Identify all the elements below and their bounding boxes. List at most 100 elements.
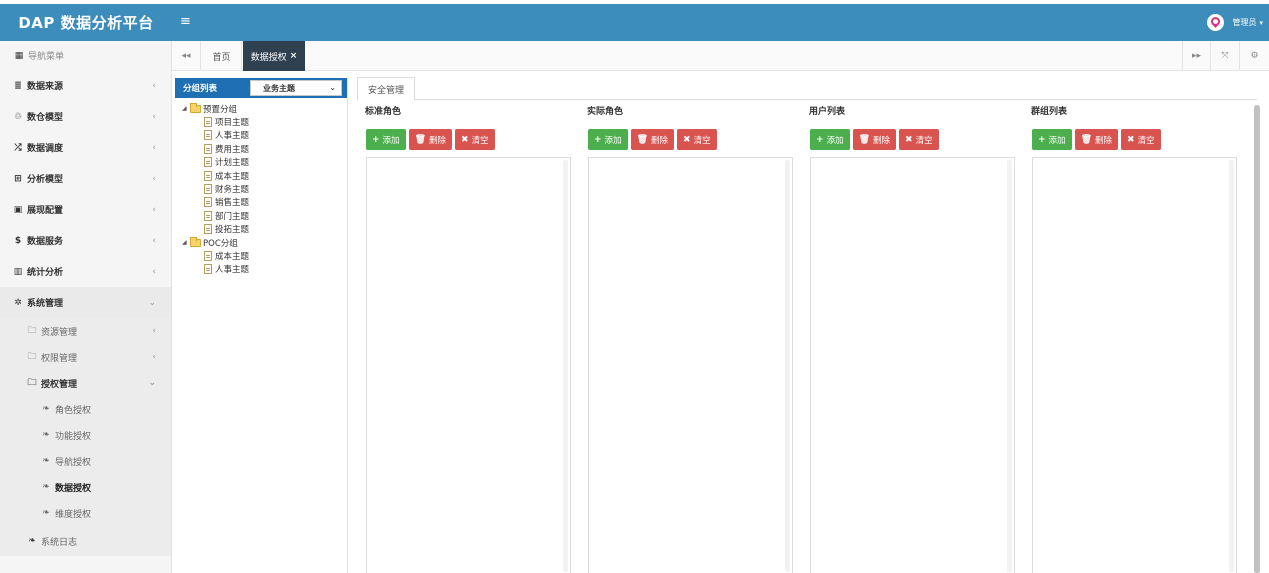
chevron-left-icon: ‹ xyxy=(152,80,156,91)
sidebar-leaf-dimension-auth[interactable]: ❧ 维度授权 xyxy=(0,500,171,526)
chevron-left-icon: ‹ xyxy=(152,142,156,153)
tree-leaf[interactable]: 人事主题 xyxy=(182,263,347,276)
fullscreen-icon[interactable]: ⤧ xyxy=(1211,41,1240,71)
tab-security-admin[interactable]: 安全管理 xyxy=(357,77,415,101)
chevron-left-icon: ‹ xyxy=(152,352,156,362)
clear-button[interactable]: ✖ 清空 xyxy=(899,129,939,150)
tree-node-preset-group[interactable]: ◢ 预置分组 xyxy=(182,102,347,115)
actual-roles-list[interactable] xyxy=(588,157,793,573)
clear-button[interactable]: ✖ 清空 xyxy=(1121,129,1161,150)
chevron-left-icon: ‹ xyxy=(152,111,156,122)
theme-select[interactable]: 业务主题 ⌄ xyxy=(250,80,342,96)
tree-leaf[interactable]: 投拓主题 xyxy=(182,223,347,236)
tree-leaf-label: 人事主题 xyxy=(215,265,250,276)
tree-leaf-label: 部门主题 xyxy=(215,211,250,222)
database-icon: ≣ xyxy=(14,80,22,91)
sidebar-item-data-source[interactable]: ≣ 数据来源 ‹ xyxy=(0,70,171,101)
group-list[interactable] xyxy=(1032,157,1237,573)
sidebar-item-system-admin[interactable]: ✲ 系统管理 ⌄ xyxy=(0,287,171,318)
sidebar-item-label: 数仓模型 xyxy=(27,113,64,123)
sidebar-item-data-schedule[interactable]: ⤮ 数据调度 ‹ xyxy=(0,132,171,163)
grid-icon: ▦ xyxy=(14,50,24,61)
brand-title[interactable]: DAP 数据分析平台 xyxy=(0,4,172,41)
leaf-icon: ❧ xyxy=(42,482,50,492)
add-button[interactable]: + 添加 xyxy=(810,129,850,150)
tab-data-auth[interactable]: 数据授权 × xyxy=(243,41,305,71)
scroll-left-icon[interactable]: ◂◂ xyxy=(172,41,201,71)
tree-leaf[interactable]: 财务主题 xyxy=(182,182,347,195)
clear-button[interactable]: ✖ 清空 xyxy=(455,129,495,150)
chevron-left-icon: ‹ xyxy=(152,204,156,215)
standard-roles-list[interactable] xyxy=(366,157,571,573)
sidebar-subitem-permission-admin[interactable]: 🗀 权限管理 ‹ xyxy=(0,344,171,370)
plus-icon: + xyxy=(372,134,380,145)
sidebar-item-display-config[interactable]: ▣ 展现配置 ‹ xyxy=(0,194,171,225)
sidebar-subitem-authorization-admin[interactable]: 🗀 授权管理 ⌄ xyxy=(0,370,171,396)
clear-button[interactable]: ✖ 清空 xyxy=(677,129,717,150)
sidebar-leaf-label: 角色授权 xyxy=(55,405,92,416)
tree-leaf[interactable]: 成本主题 xyxy=(182,249,347,262)
list-scrollbar[interactable] xyxy=(1229,160,1234,572)
add-button[interactable]: + 添加 xyxy=(366,129,406,150)
sidebar-leaf-function-auth[interactable]: ❧ 功能授权 xyxy=(0,422,171,448)
menu-toggle-icon[interactable]: ≡ xyxy=(180,13,196,31)
tree-leaf[interactable]: 人事主题 xyxy=(182,129,347,142)
sidebar-leaf-nav-auth[interactable]: ❧ 导航授权 xyxy=(0,448,171,474)
add-button[interactable]: + 添加 xyxy=(588,129,628,150)
user-list[interactable] xyxy=(810,157,1015,573)
sidebar-item-analysis-model[interactable]: ⊞ 分析模型 ‹ xyxy=(0,163,171,194)
sidebar-item-data-service[interactable]: $ 数据服务 ‹ xyxy=(0,225,171,256)
avatar-icon[interactable] xyxy=(1207,14,1225,31)
trash-icon: 🗑 xyxy=(414,134,426,145)
delete-button-label: 删除 xyxy=(873,135,891,146)
document-icon xyxy=(204,117,212,128)
gear-icon[interactable]: ⚙ xyxy=(1240,41,1269,71)
folder-icon xyxy=(190,102,201,113)
list-scrollbar[interactable] xyxy=(785,160,790,572)
tree-leaf[interactable]: 费用主题 xyxy=(182,142,347,155)
button-group: + 添加 🗑 删除 ✖ 清空 xyxy=(588,129,720,150)
tree-leaf[interactable]: 成本主题 xyxy=(182,169,347,182)
delete-button-label: 删除 xyxy=(429,135,447,146)
sidebar-leaf-label: 数据授权 xyxy=(55,483,92,494)
sidebar-item-statistics[interactable]: ▥ 统计分析 ‹ xyxy=(0,256,171,287)
leaf-icon: ❧ xyxy=(42,430,50,440)
list-scrollbar[interactable] xyxy=(1007,160,1012,572)
main-scrollbar-thumb[interactable] xyxy=(1254,105,1260,573)
column-group-list: 群组列表 + 添加 🗑 删除 ✖ 清空 xyxy=(1024,104,1238,573)
delete-button-label: 删除 xyxy=(1095,135,1113,146)
tree-leaf[interactable]: 项目主题 xyxy=(182,115,347,128)
user-name[interactable]: 管理员 xyxy=(1232,17,1256,28)
tab-home[interactable]: 首页 xyxy=(202,41,242,71)
document-icon xyxy=(204,224,212,235)
add-button[interactable]: + 添加 xyxy=(1032,129,1072,150)
sidebar-item-system-log[interactable]: ❧ 系统日志 xyxy=(0,526,171,556)
delete-button[interactable]: 🗑 删除 xyxy=(630,129,675,150)
sidebar-leaf-data-auth[interactable]: ❧ 数据授权 xyxy=(0,474,171,500)
list-scrollbar[interactable] xyxy=(563,160,568,572)
tree-node-poc-group[interactable]: ◢ POC分组 xyxy=(182,236,347,249)
delete-button[interactable]: 🗑 删除 xyxy=(408,129,453,150)
main-scrollbar[interactable] xyxy=(1254,105,1260,573)
user-menu[interactable]: 管理员 ▾ xyxy=(1207,12,1263,33)
close-icon[interactable]: × xyxy=(290,51,298,61)
delete-button[interactable]: 🗑 删除 xyxy=(1074,129,1119,150)
times-icon: ✖ xyxy=(1127,134,1135,145)
sidebar-item-warehouse-model[interactable]: ♲ 数仓模型 ‹ xyxy=(0,101,171,132)
caret-down-icon[interactable]: ▾ xyxy=(1259,19,1263,27)
tree-leaf[interactable]: 销售主题 xyxy=(182,196,347,209)
sidebar-subitem-label: 授权管理 xyxy=(41,379,78,390)
group-panel-header: 分组列表 业务主题 ⌄ xyxy=(175,78,347,98)
expand-toggle-icon[interactable]: ◢ xyxy=(182,105,190,112)
scroll-right-icon[interactable]: ▸▸ xyxy=(1182,41,1211,71)
sidebar-leaf-role-auth[interactable]: ❧ 角色授权 xyxy=(0,396,171,422)
expand-toggle-icon[interactable]: ◢ xyxy=(182,239,190,246)
sidebar-subitem-resource-admin[interactable]: 🗀 资源管理 ‹ xyxy=(0,318,171,344)
tree-leaf[interactable]: 计划主题 xyxy=(182,156,347,169)
delete-button[interactable]: 🗑 删除 xyxy=(852,129,897,150)
sidebar-subitem-label: 权限管理 xyxy=(41,353,78,364)
tree-leaf[interactable]: 部门主题 xyxy=(182,209,347,222)
trash-icon: 🗑 xyxy=(858,134,870,145)
tree-leaf-label: 销售主题 xyxy=(215,198,250,209)
clear-button-label: 清空 xyxy=(915,135,933,146)
